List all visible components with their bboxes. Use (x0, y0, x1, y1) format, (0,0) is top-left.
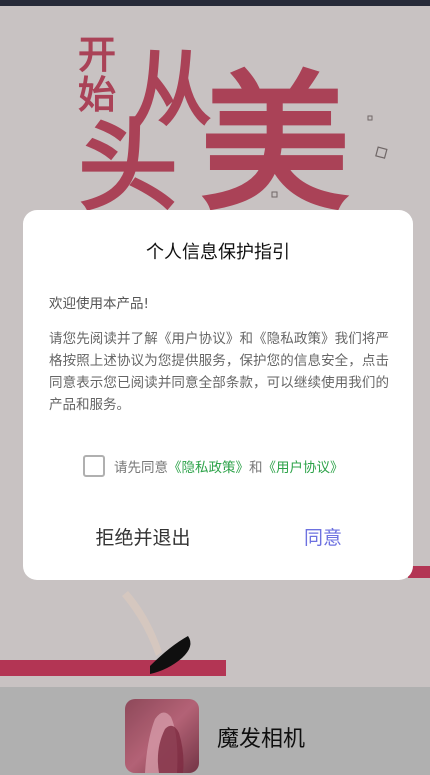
privacy-dialog: 个人信息保护指引 欢迎使用本产品! 请您先阅读并了解《用户协议》和《隐私政策》我… (23, 210, 413, 580)
agree-button[interactable]: 同意 (223, 518, 423, 554)
consent-row: 请先同意 《隐私政策》 和 《用户协议》 (83, 454, 344, 478)
dialog-title: 个人信息保护指引 (146, 242, 290, 263)
user-agreement-link[interactable]: 《用户协议》 (263, 456, 344, 476)
privacy-policy-link[interactable]: 《隐私政策》 (168, 456, 249, 476)
consent-prefix: 请先同意 (114, 460, 168, 476)
consent-and: 和 (249, 460, 263, 476)
dialog-welcome-text: 欢迎使用本产品! (49, 296, 149, 312)
consent-checkbox[interactable] (83, 455, 105, 477)
dialog-body-text: 请您先阅读并了解《用户协议》和《隐私政策》我们将严格按照上述协议为您提供服务，保… (49, 331, 389, 413)
